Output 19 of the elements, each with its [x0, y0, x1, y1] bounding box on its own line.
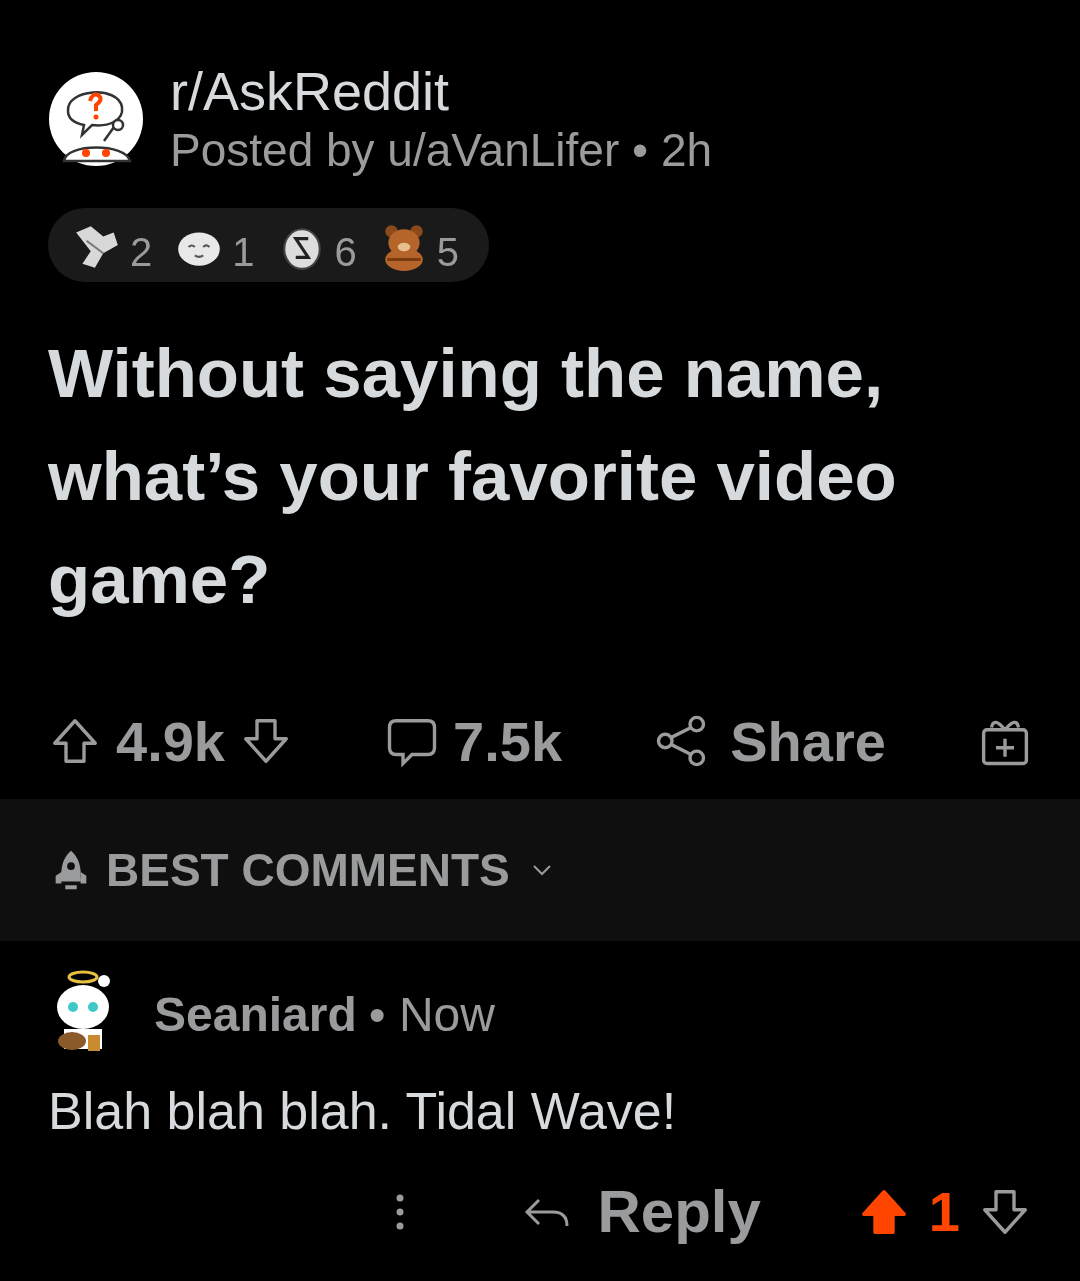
reply-button[interactable]: Reply — [523, 1177, 761, 1246]
subreddit-avatar-icon[interactable] — [48, 71, 144, 167]
award-count: 6 — [334, 232, 357, 272]
comment-time: • Now — [368, 986, 495, 1042]
vote-count: 4.9k — [116, 708, 225, 774]
caret-icon — [531, 864, 552, 876]
post-meta: Posted by u/aVanLifer • 2h — [170, 123, 713, 178]
award-count: 1 — [232, 232, 255, 272]
vote-count: 1 — [928, 1179, 960, 1244]
comment-author[interactable]: Seaniard — [154, 986, 357, 1042]
share-button[interactable]: Share — [654, 708, 886, 774]
award-count: 2 — [130, 232, 153, 272]
sort-button[interactable]: BEST COMMENTS — [48, 843, 552, 897]
comment-text: Blah blah blah. Tidal Wave! — [48, 1081, 678, 1141]
award-count: 5 — [436, 232, 459, 272]
post-title: Without saying the name, what’s your favorite video game? — [48, 334, 898, 620]
awards-bar[interactable]: 2 1 6 5 — [48, 208, 489, 282]
subreddit-name[interactable]: r/AskReddit — [170, 60, 713, 122]
comment-count: 7.5k — [453, 708, 563, 774]
